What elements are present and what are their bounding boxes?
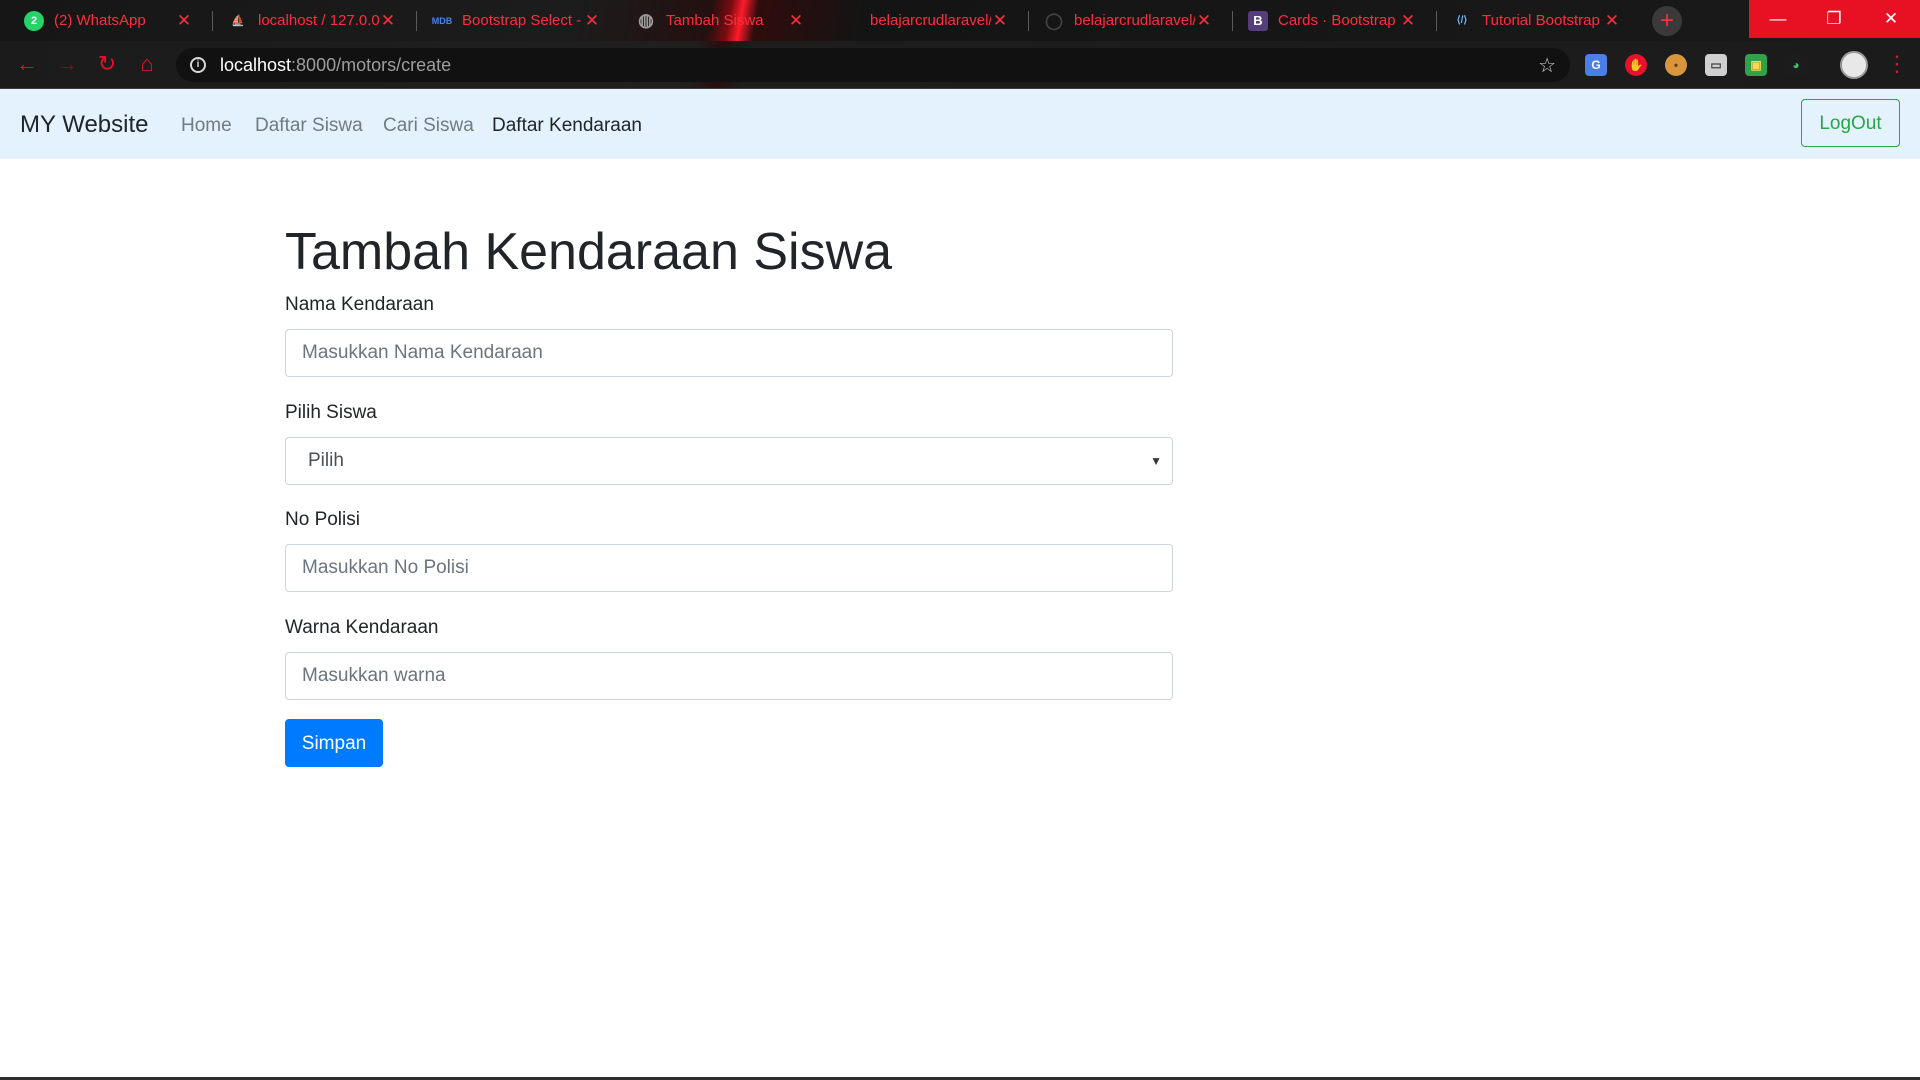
whatsapp-icon: 2 <box>24 10 44 31</box>
color-extension-icon[interactable]: ◕ <box>1785 54 1807 76</box>
close-icon[interactable]: ✕ <box>583 11 601 31</box>
globe-icon: ◍ <box>638 10 654 30</box>
select-value: Pilih <box>308 450 344 471</box>
browser-tabstrip: 2 (2) WhatsApp ✕ ⛵ localhost / 127.0.0. … <box>0 0 1920 41</box>
adblock-icon[interactable]: ✋ <box>1625 54 1647 76</box>
close-icon[interactable]: ✕ <box>1399 11 1417 31</box>
caret-down-icon: ▼ <box>1150 454 1162 468</box>
nama-kendaraan-label: Nama Kendaraan <box>285 294 434 315</box>
close-icon[interactable]: ✕ <box>175 11 193 31</box>
tab-title: Bootstrap Select - <box>462 12 582 29</box>
close-icon[interactable]: ✕ <box>1195 11 1213 31</box>
no-polisi-label: No Polisi <box>285 509 360 530</box>
tab-bootstrap-select[interactable]: MDB Bootstrap Select - ✕ <box>408 0 611 41</box>
close-icon[interactable]: ✕ <box>379 11 397 31</box>
no-polisi-input[interactable] <box>285 544 1173 592</box>
google-translate-icon[interactable]: G <box>1585 54 1607 76</box>
nav-link-daftar-kendaraan[interactable]: Daftar Kendaraan <box>492 115 642 137</box>
tab-title: Tambah Siswa <box>666 12 764 29</box>
minimize-button[interactable]: — <box>1749 0 1807 38</box>
mdb-icon: MDB <box>431 15 453 26</box>
window-extension-icon[interactable]: ▭ <box>1705 54 1727 76</box>
nama-kendaraan-input[interactable] <box>285 329 1173 377</box>
back-arrow-icon[interactable]: ← <box>14 51 40 77</box>
classroom-icon[interactable]: ▣ <box>1745 54 1767 76</box>
home-icon[interactable]: ⌂ <box>134 51 160 77</box>
tab-tambah-siswa[interactable]: ◍ Tambah Siswa ✕ <box>612 0 815 41</box>
profile-avatar[interactable] <box>1840 51 1868 79</box>
reload-icon[interactable]: ↻ <box>94 51 120 77</box>
bookmark-star-icon[interactable]: ☆ <box>1538 53 1556 78</box>
simpan-button[interactable]: Simpan <box>285 719 383 767</box>
cookie-icon[interactable]: • <box>1665 54 1687 76</box>
url-host: localhost <box>220 54 292 75</box>
forward-arrow-icon[interactable]: → <box>54 51 80 77</box>
nav-link-cari-siswa[interactable]: Cari Siswa <box>383 115 474 137</box>
tab-title: Tutorial Bootstrap <box>1482 12 1600 29</box>
tab-title: belajarcrudlaravel/ <box>870 12 991 29</box>
nav-link-daftar-siswa[interactable]: Daftar Siswa <box>255 115 363 137</box>
github-icon <box>840 11 860 31</box>
site-navbar: MY Website Home Daftar Siswa Cari Siswa … <box>0 89 1920 159</box>
logout-button[interactable]: LogOut <box>1801 99 1900 147</box>
pilih-siswa-label: Pilih Siswa <box>285 402 377 423</box>
warna-kendaraan-label: Warna Kendaraan <box>285 617 439 638</box>
bootstrap-icon: B <box>1248 10 1268 31</box>
close-icon[interactable]: ✕ <box>1603 11 1621 31</box>
tab-whatsapp[interactable]: 2 (2) WhatsApp ✕ <box>0 0 203 41</box>
warna-kendaraan-input[interactable] <box>285 652 1173 700</box>
webdev-icon: ⟨/⟩ <box>1456 15 1468 26</box>
tab-phpmyadmin[interactable]: ⛵ localhost / 127.0.0. ✕ <box>204 0 407 41</box>
phpmyadmin-icon: ⛵ <box>231 15 245 27</box>
tab-title: localhost / 127.0.0. <box>258 12 379 29</box>
nav-link-home[interactable]: Home <box>181 115 232 137</box>
tab-title: Cards · Bootstrap <box>1278 12 1396 29</box>
tab-cards-bootstrap[interactable]: B Cards · Bootstrap ✕ <box>1224 0 1427 41</box>
browser-menu-icon[interactable]: ⋮ <box>1886 52 1908 76</box>
restore-button[interactable]: ❐ <box>1805 0 1863 38</box>
pilih-siswa-select[interactable]: Pilih ▼ <box>285 437 1173 485</box>
tab-github-2[interactable]: ◯ belajarcrudlaravel/ ✕ <box>1020 0 1223 41</box>
page-title: Tambah Kendaraan Siswa <box>285 223 893 281</box>
github-icon: ◯ <box>1045 12 1063 30</box>
url-path: :8000/motors/create <box>291 54 452 75</box>
address-bar[interactable]: i localhost:8000/motors/create ☆ <box>176 48 1570 82</box>
tab-title: belajarcrudlaravel/ <box>1074 12 1195 29</box>
close-icon[interactable]: ✕ <box>991 11 1009 31</box>
tab-github-1[interactable]: belajarcrudlaravel/ ✕ <box>816 0 1019 41</box>
new-tab-button[interactable]: + <box>1652 6 1682 36</box>
tab-title: (2) WhatsApp <box>54 12 146 29</box>
brand-link[interactable]: MY Website <box>20 111 149 139</box>
url-text: localhost:8000/motors/create <box>220 55 451 76</box>
window-close-button[interactable]: ✕ <box>1862 0 1920 38</box>
info-icon[interactable]: i <box>190 57 206 73</box>
tab-tutorial-bootstrap[interactable]: ⟨/⟩ Tutorial Bootstrap ✕ <box>1428 0 1631 41</box>
close-icon[interactable]: ✕ <box>787 11 805 31</box>
